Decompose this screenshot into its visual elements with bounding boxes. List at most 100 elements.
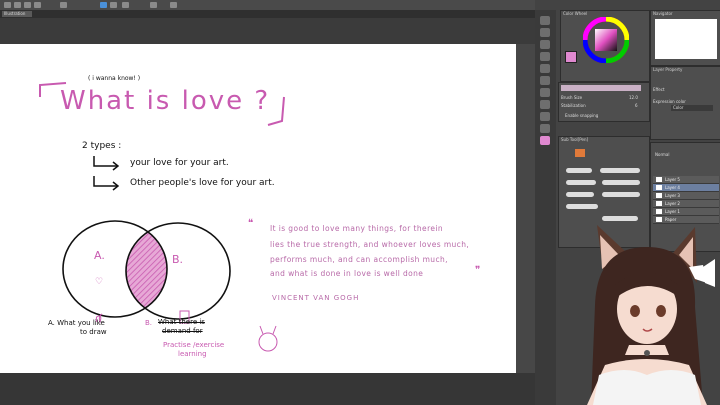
lasso-tool-icon[interactable] <box>540 52 550 61</box>
type1-text: your love for your art. <box>130 158 229 168</box>
layer-thumbnail <box>656 201 662 206</box>
label-b-line1: What there is <box>158 318 205 326</box>
layer-row[interactable]: Layer 2 <box>653 200 719 208</box>
venn-label-b: B. <box>172 253 184 266</box>
pencil-tool-icon[interactable] <box>540 88 550 97</box>
file-icon[interactable] <box>4 2 11 8</box>
quote-line-4: and what is done in love is well done <box>270 269 424 278</box>
document-tabbar <box>0 10 535 18</box>
label-b-prefix: B. <box>145 319 153 327</box>
layer-row[interactable]: Layer 5 <box>653 176 719 184</box>
brush-stroke-3[interactable] <box>566 180 596 185</box>
quote-close-icon: ❞ <box>475 265 481 276</box>
layer-row[interactable]: Layer 4 <box>653 184 719 192</box>
brush-stroke-6[interactable] <box>602 192 640 197</box>
stabilization-value[interactable]: 6 <box>635 103 638 108</box>
main-color-swatch[interactable] <box>540 136 550 145</box>
pen-tool-icon[interactable] <box>540 76 550 85</box>
eraser-tool-icon[interactable] <box>540 112 550 121</box>
canvas-bottom-area <box>0 373 535 405</box>
brush-stroke-2[interactable] <box>600 168 640 173</box>
quote-open-icon: ❝ <box>248 218 254 229</box>
label-a-line2: to draw <box>80 328 107 336</box>
color-wheel-title: Color Wheel <box>563 11 588 16</box>
sub-tool-title: Sub Tool[Pen] <box>561 137 589 142</box>
color-wheel-panel: Color Wheel <box>560 10 650 82</box>
layer-thumbnail <box>656 193 662 198</box>
layer-name: Layer 5 <box>665 177 680 182</box>
move-tool-icon[interactable] <box>540 28 550 37</box>
type2-text: Other people's love for your art. <box>130 178 275 188</box>
layer-name: Layer 3 <box>665 193 680 198</box>
layer-name: Paper <box>665 217 677 222</box>
grid-icon[interactable] <box>122 2 129 8</box>
types-heading: 2 types : <box>82 141 122 151</box>
layer-row[interactable]: Paper <box>653 216 719 224</box>
zoom-tool-icon[interactable] <box>540 16 550 25</box>
canvas-scrollbar[interactable] <box>516 44 535 373</box>
layer-thumbnail <box>656 185 662 190</box>
snapping-label[interactable]: Enable snapping <box>565 113 598 118</box>
eyedropper-tool-icon[interactable] <box>540 64 550 73</box>
brush-size-label: Brush Size <box>561 95 583 100</box>
expression-color-label: Expression color <box>653 99 686 104</box>
save-icon[interactable] <box>14 2 21 8</box>
arrow-icon <box>93 156 120 191</box>
redo-icon[interactable] <box>34 2 41 8</box>
stabilization-label: Stabilization <box>561 103 586 108</box>
select-tool-icon[interactable] <box>540 40 550 49</box>
brush-size-value[interactable]: 12.0 <box>629 95 638 100</box>
layer-row[interactable]: Layer 3 <box>653 192 719 200</box>
navigator-title: Navigator <box>653 11 673 16</box>
tool-property-panel: Brush Size 12.0 Stabilization 6 Enable s… <box>558 82 650 122</box>
layer-row[interactable]: Layer 1 <box>653 208 719 216</box>
heart-icon: ♡ <box>95 277 104 287</box>
undo-icon[interactable] <box>24 2 31 8</box>
layer-thumbnail <box>656 217 662 222</box>
venn-diagram <box>62 220 231 324</box>
layer-name: Layer 1 <box>665 209 680 214</box>
brush-stroke-1[interactable] <box>566 168 592 173</box>
quote-line-2: lies the true strength, and whoever love… <box>270 240 470 249</box>
transform-icon[interactable] <box>110 2 117 8</box>
brush-stroke-8[interactable] <box>602 216 638 221</box>
layer-property-panel: Layer Property Effect Expression color C… <box>650 66 720 140</box>
layer-thumbnail <box>656 209 662 214</box>
label-b-line2: demand for <box>162 327 203 335</box>
snap-icon[interactable] <box>170 2 177 8</box>
layer-name: Layer 2 <box>665 201 680 206</box>
brush-stroke-5[interactable] <box>566 192 594 197</box>
layer-thumbnail <box>656 177 662 182</box>
vtuber-avatar <box>587 225 715 405</box>
clear-icon[interactable] <box>60 2 67 8</box>
brush-preview <box>561 85 641 91</box>
overlap-line1: Practise /exercise <box>163 341 225 349</box>
color-wheel[interactable] <box>583 17 629 63</box>
canvas-area-top <box>0 18 535 44</box>
canvas-title: What is love ? <box>60 86 271 116</box>
layer-name: Layer 4 <box>665 185 680 190</box>
foreground-swatch[interactable] <box>565 51 577 63</box>
drawing-canvas[interactable]: ( i wanna know! ) What is love ? 2 types… <box>0 44 516 373</box>
venn-label-a: A. <box>94 249 105 262</box>
document-tab[interactable]: Illustration <box>2 11 32 17</box>
award-icon <box>258 325 278 352</box>
brush-stroke-4[interactable] <box>602 180 640 185</box>
navigator-panel: Navigator <box>650 10 720 66</box>
expression-color-select[interactable]: Color <box>671 105 713 111</box>
brush-tool-icon[interactable] <box>540 100 550 109</box>
fill-tool-icon[interactable] <box>540 124 550 133</box>
label-a-line1: A. What you like <box>48 319 105 327</box>
brush-stroke-7[interactable] <box>566 204 598 209</box>
quote-line-1: It is good to love many things, for ther… <box>270 224 444 233</box>
navigator-preview[interactable] <box>655 19 717 59</box>
quote-author: VINCENT VAN GOGH <box>272 294 360 302</box>
layer-blend-mode[interactable]: Normal <box>655 152 669 157</box>
quote-line-3: performs much, and can accomplish much, <box>270 255 448 264</box>
layer-property-title: Layer Property <box>653 67 683 72</box>
select-icon[interactable] <box>100 2 107 8</box>
ruler-icon[interactable] <box>150 2 157 8</box>
effect-label: Effect <box>653 87 665 92</box>
active-tool-icon[interactable] <box>575 149 585 157</box>
tool-strip <box>535 10 556 405</box>
